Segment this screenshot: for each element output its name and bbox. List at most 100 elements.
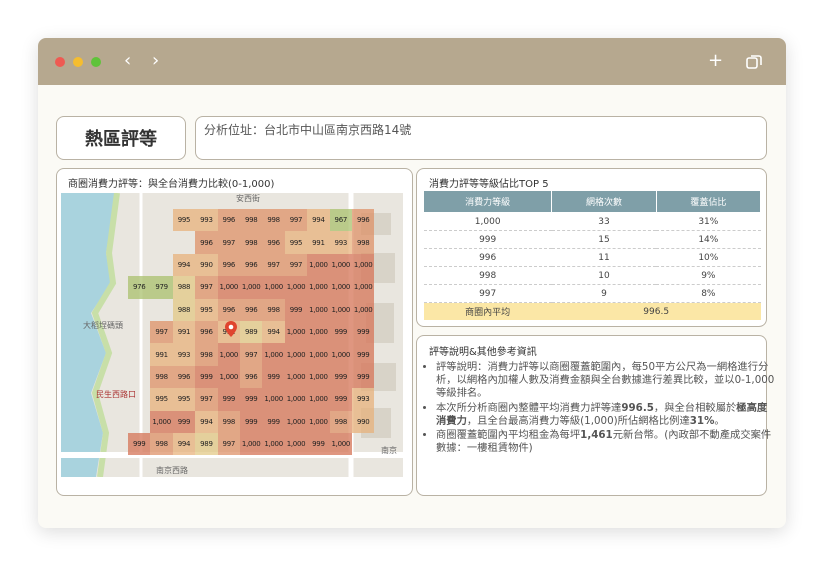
forward-chevron-icon[interactable]: › [152, 52, 159, 70]
heatmap-cell[interactable]: 1,000 [284, 276, 308, 299]
heatmap-cell[interactable]: 993 [329, 231, 352, 254]
heatmap-cell[interactable]: 999 [172, 410, 196, 433]
heatmap-cell[interactable]: 1,000 [284, 388, 308, 411]
heatmap-cell[interactable]: 994 [195, 410, 218, 433]
heatmap-cell[interactable]: 1,000 [307, 343, 330, 366]
heatmap-cell[interactable]: 998 [262, 209, 285, 232]
heatmap-cell[interactable]: 998 [195, 343, 218, 366]
heatmap-cell[interactable]: 999 [128, 433, 151, 456]
heatmap-cell[interactable]: 993 [172, 343, 196, 366]
tabs-overview-icon[interactable] [745, 53, 763, 71]
heatmap-cell[interactable]: 1,000 [329, 253, 352, 277]
heatmap-cell[interactable]: 999 [262, 365, 285, 389]
heatmap-cell[interactable]: 999 [217, 388, 240, 411]
heatmap-cell[interactable]: 995 [172, 209, 196, 232]
heatmap-cell[interactable]: 997 [217, 231, 240, 254]
heatmap-cell[interactable]: 1,000 [307, 365, 330, 389]
heatmap-cell[interactable]: 1,000 [307, 253, 330, 277]
heatmap-cell[interactable]: 993 [195, 209, 218, 232]
heatmap-cell[interactable]: 1,000 [262, 276, 285, 299]
heatmap-cell[interactable]: 990 [352, 410, 375, 433]
heatmap-cell[interactable]: 996 [352, 209, 375, 232]
heatmap-cell[interactable]: 988 [172, 276, 196, 299]
heatmap-cell[interactable]: 989 [195, 433, 218, 456]
location-pin-icon[interactable] [225, 321, 237, 337]
heatmap-cell[interactable]: 994 [172, 253, 196, 277]
heatmap-cell[interactable]: 997 [284, 253, 308, 277]
heatmap-cell[interactable]: 999 [195, 365, 218, 389]
heatmap-cell[interactable]: 1,000 [329, 433, 352, 456]
heatmap-cell[interactable]: 1,000 [307, 410, 330, 433]
heatmap-cell[interactable]: 996 [262, 231, 285, 254]
heatmap-cell[interactable]: 998 [217, 410, 240, 433]
heatmap-map[interactable]: 995 993 996 998 998 997 994 967 996 996 997 998 996 9… [61, 193, 403, 477]
heatmap-cell[interactable]: 997 [217, 433, 240, 456]
heatmap-cell[interactable]: 991 [150, 343, 173, 366]
heatmap-cell[interactable]: 1,000 [352, 253, 375, 277]
heatmap-cell[interactable]: 995 [172, 388, 196, 411]
heatmap-cell[interactable]: 993 [352, 388, 375, 411]
heatmap-cell[interactable]: 996 [195, 321, 218, 344]
heatmap-cell[interactable]: 997 [262, 253, 285, 277]
heatmap-cell[interactable]: 997 [195, 276, 218, 299]
heatmap-cell[interactable]: 998 [329, 410, 352, 433]
heatmap-cell[interactable]: 999 [240, 388, 263, 411]
heatmap-cell[interactable]: 996 [240, 253, 263, 277]
heatmap-cell[interactable]: 1,000 [284, 321, 308, 344]
heatmap-cell[interactable]: 999 [329, 321, 352, 344]
maximize-dot[interactable] [91, 57, 101, 67]
heatmap-cell[interactable]: 1,000 [262, 433, 285, 456]
heatmap-cell[interactable]: 999 [329, 365, 352, 389]
heatmap-cell[interactable]: 979 [150, 276, 173, 299]
heatmap-cell[interactable]: 994 [262, 321, 285, 344]
heatmap-cell[interactable]: 996 [195, 231, 218, 254]
heatmap-cell[interactable]: 998 [352, 231, 375, 254]
heatmap-cell[interactable]: 999 [352, 321, 375, 344]
heatmap-cell[interactable]: 999 [262, 410, 285, 433]
heatmap-cell[interactable]: 1,000 [262, 343, 285, 366]
heatmap-cell[interactable]: 994 [172, 433, 196, 456]
heatmap-cell[interactable]: 996 [217, 298, 240, 321]
heatmap-cell[interactable]: 998 [150, 365, 173, 389]
heatmap-cell[interactable]: 1,000 [284, 410, 308, 433]
heatmap-cell[interactable]: 999 [284, 298, 308, 321]
close-dot[interactable] [55, 57, 65, 67]
heatmap-cell[interactable]: 991 [307, 231, 330, 254]
heatmap-cell[interactable]: 967 [329, 209, 352, 232]
heatmap-cell[interactable]: 996 [217, 209, 240, 232]
heatmap-cell[interactable]: 990 [195, 253, 218, 277]
heatmap-cell[interactable]: 1,000 [217, 343, 240, 366]
heatmap-cell[interactable]: 996 [240, 298, 263, 321]
heatmap-cell[interactable]: 1,000 [329, 298, 352, 321]
heatmap-cell[interactable]: 1,000 [262, 388, 285, 411]
heatmap-cell[interactable]: 1,000 [217, 276, 240, 299]
heatmap-cell[interactable]: 995 [150, 388, 173, 411]
heatmap-cell[interactable]: 994 [307, 209, 330, 232]
heatmap-cell[interactable]: 1,000 [329, 343, 352, 366]
heatmap-cell[interactable]: 999 [240, 410, 263, 433]
heatmap-cell[interactable]: 1,000 [329, 276, 352, 299]
heatmap-cell[interactable]: 1,000 [307, 276, 330, 299]
heatmap-cell[interactable]: 999 [352, 343, 375, 366]
new-tab-plus-icon[interactable]: + [708, 52, 723, 70]
heatmap-cell[interactable]: 1,000 [307, 321, 330, 344]
heatmap-cell[interactable]: 997 [195, 388, 218, 411]
heatmap-cell[interactable]: 998 [150, 433, 173, 456]
heatmap-cell[interactable]: 1,000 [284, 433, 308, 456]
heatmap-cell[interactable]: 1,000 [352, 298, 375, 321]
heatmap-cell[interactable]: 996 [172, 365, 196, 389]
heatmap-cell[interactable]: 998 [240, 231, 263, 254]
heatmap-cell[interactable]: 995 [195, 298, 218, 321]
heatmap-cell[interactable]: 976 [128, 276, 151, 299]
heatmap-cell[interactable]: 1,000 [307, 388, 330, 411]
heatmap-cell[interactable]: 1,000 [284, 365, 308, 389]
heatmap-cell[interactable]: 1,000 [284, 343, 308, 366]
heatmap-cell[interactable]: 998 [262, 298, 285, 321]
heatmap-cell[interactable]: 998 [240, 209, 263, 232]
heatmap-cell[interactable]: 991 [172, 321, 196, 344]
heatmap-cell[interactable]: 996 [240, 365, 263, 389]
heatmap-cell[interactable]: 988 [172, 298, 196, 321]
heatmap-cell[interactable]: 999 [329, 388, 352, 411]
heatmap-cell[interactable]: 1,000 [217, 365, 240, 389]
heatmap-cell[interactable]: 997 [150, 321, 173, 344]
